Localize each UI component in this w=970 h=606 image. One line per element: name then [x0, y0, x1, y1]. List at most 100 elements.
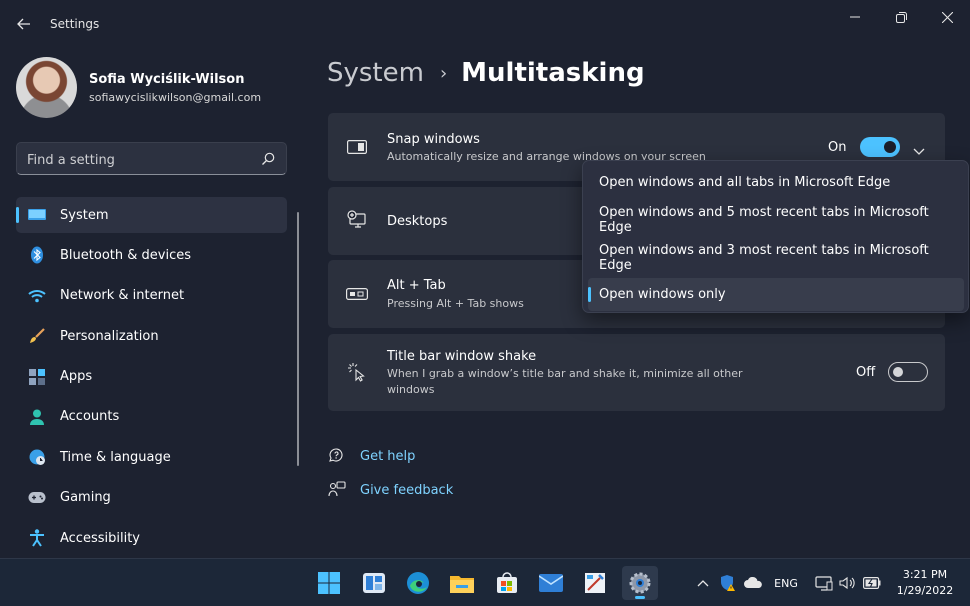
- title-bar: Settings: [0, 0, 970, 48]
- sidebar-item-label: Bluetooth & devices: [60, 247, 191, 263]
- sidebar-item-gaming[interactable]: Gaming: [16, 480, 287, 516]
- onedrive-tray-button[interactable]: [742, 573, 764, 593]
- sidebar-item-label: System: [60, 207, 109, 223]
- sidebar-scrollbar[interactable]: [297, 212, 299, 466]
- sidebar-item-label: Time & language: [60, 449, 171, 465]
- monitor-icon: [28, 206, 46, 224]
- minimize-icon: [850, 16, 860, 18]
- defender-tray-button[interactable]: [718, 573, 738, 593]
- give-feedback-link-row[interactable]: Give feedback: [327, 480, 453, 500]
- help-icon: [327, 446, 347, 466]
- window-shake-title: Title bar window shake: [387, 349, 537, 364]
- person-icon: [28, 408, 46, 426]
- dropdown-option-windows-only[interactable]: Open windows only: [588, 278, 964, 311]
- start-icon: [318, 572, 340, 594]
- restore-button[interactable]: [878, 4, 924, 30]
- window-shake-desc-line2: windows: [387, 383, 435, 396]
- restore-icon: [895, 11, 907, 23]
- window-shake-toggle[interactable]: [888, 362, 928, 382]
- clock-date: 1/29/2022: [896, 584, 954, 597]
- shake-toggle-label: Off: [856, 365, 876, 380]
- search-input[interactable]: [27, 151, 247, 169]
- settings-window: Settings Sofia Wyciślik-Wilson sofiawyci…: [0, 0, 970, 558]
- store-button[interactable]: [489, 566, 525, 600]
- sidebar-item-network[interactable]: Network & internet: [16, 278, 287, 314]
- taskbar-clock[interactable]: 3:21 PM 1/29/2022: [890, 567, 960, 599]
- edge-button[interactable]: [400, 566, 436, 600]
- volume-icon: [839, 576, 855, 590]
- window-shake-desc-line1: When I grab a window’s title bar and sha…: [387, 367, 743, 380]
- store-icon: [497, 572, 517, 593]
- search-icon[interactable]: [260, 151, 276, 167]
- avatar[interactable]: [16, 57, 77, 118]
- sidebar-item-label: Accessibility: [60, 530, 140, 546]
- widgets-icon: [363, 573, 385, 593]
- mail-button[interactable]: [533, 566, 569, 600]
- alt-tab-dropdown-menu: Open windows and all tabs in Microsoft E…: [582, 160, 969, 313]
- network-icon: [815, 576, 833, 591]
- sidebar-item-apps[interactable]: Apps: [16, 359, 287, 395]
- battery-charging-icon: [863, 577, 881, 589]
- sidebar-item-label: Accounts: [60, 409, 120, 425]
- chevron-down-icon[interactable]: [913, 141, 925, 160]
- minimize-button[interactable]: [832, 4, 878, 30]
- wifi-icon: [28, 287, 46, 305]
- sidebar-nav: System Bluetooth & devices Network & int…: [16, 197, 287, 561]
- sidebar-item-label: Gaming: [60, 490, 111, 506]
- network-tray-button[interactable]: [814, 573, 834, 593]
- volume-tray-button[interactable]: [838, 573, 856, 593]
- get-help-link[interactable]: Get help: [360, 449, 415, 464]
- snap-windows-toggle[interactable]: [860, 137, 900, 157]
- breadcrumb: System › Multitasking: [327, 58, 645, 88]
- sidebar-item-bluetooth[interactable]: Bluetooth & devices: [16, 237, 287, 273]
- chevron-up-icon: [697, 580, 709, 587]
- battery-tray-button[interactable]: [862, 573, 882, 593]
- edge-icon: [407, 572, 429, 594]
- desktops-icon: [346, 209, 368, 231]
- search-box[interactable]: [16, 142, 287, 175]
- desktops-title: Desktops: [387, 214, 448, 229]
- brush-icon: [28, 327, 46, 345]
- start-button[interactable]: [311, 566, 347, 600]
- sidebar-item-personalization[interactable]: Personalization: [16, 318, 287, 354]
- dropdown-option-5-tabs[interactable]: Open windows and 5 most recent tabs in M…: [588, 203, 964, 236]
- paint-button[interactable]: [577, 566, 613, 600]
- bluetooth-icon: [28, 246, 46, 264]
- apps-icon: [28, 368, 46, 386]
- user-name: Sofia Wyciślik-Wilson: [89, 72, 245, 87]
- get-help-link-row[interactable]: Get help: [327, 446, 415, 466]
- close-button[interactable]: [924, 4, 970, 30]
- close-icon: [941, 11, 953, 23]
- file-explorer-button[interactable]: [444, 566, 480, 600]
- tray-overflow-button[interactable]: [696, 573, 710, 593]
- cloud-icon: [744, 577, 762, 588]
- cursor-shake-icon: [346, 361, 368, 383]
- shield-warning-icon: [721, 575, 735, 591]
- app-title: Settings: [50, 17, 100, 31]
- settings-taskbar-button[interactable]: [622, 566, 658, 600]
- alt-tab-title: Alt + Tab: [387, 278, 446, 293]
- taskbar: ENG 3:21 PM 1/29/2022: [0, 558, 970, 606]
- window-shake-card[interactable]: Title bar window shake When I grab a win…: [328, 334, 945, 411]
- widgets-button[interactable]: [356, 566, 392, 600]
- alt-tab-desc: Pressing Alt + Tab shows: [387, 297, 524, 310]
- sidebar-item-accounts[interactable]: Accounts: [16, 399, 287, 435]
- sidebar-item-time-language[interactable]: Time & language: [16, 439, 287, 475]
- back-button[interactable]: [10, 12, 38, 36]
- page-title: Multitasking: [461, 58, 645, 88]
- snap-layout-icon: [346, 136, 368, 158]
- dropdown-option-all-tabs[interactable]: Open windows and all tabs in Microsoft E…: [588, 166, 964, 199]
- back-arrow-icon: [17, 18, 30, 30]
- mail-icon: [539, 574, 563, 592]
- sidebar-item-label: Apps: [60, 369, 93, 385]
- give-feedback-link[interactable]: Give feedback: [360, 483, 453, 498]
- dropdown-option-3-tabs[interactable]: Open windows and 3 most recent tabs in M…: [588, 241, 964, 274]
- breadcrumb-parent[interactable]: System: [327, 58, 424, 88]
- snap-toggle-label: On: [828, 140, 847, 155]
- clock-time: 3:21 PM: [902, 568, 948, 581]
- sidebar-item-accessibility[interactable]: Accessibility: [16, 520, 287, 556]
- sidebar-item-system[interactable]: System: [16, 197, 287, 233]
- language-indicator[interactable]: ENG: [770, 573, 802, 593]
- user-email: sofiawycislikwilson@gmail.com: [89, 91, 262, 104]
- sidebar-item-label: Personalization: [60, 328, 159, 344]
